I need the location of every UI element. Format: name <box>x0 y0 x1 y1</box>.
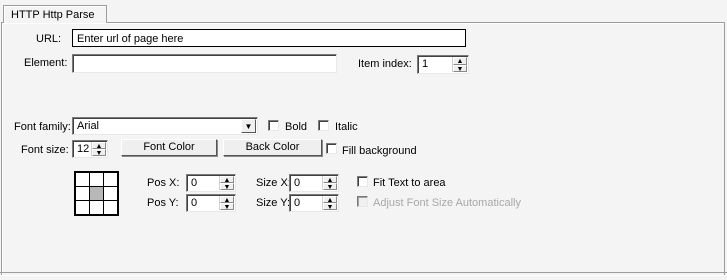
size-x-label: Size X: <box>256 177 291 189</box>
font-size-value: 12 <box>77 143 90 155</box>
italic-label: Italic <box>335 121 358 133</box>
font-family-label: Font family: <box>14 121 71 133</box>
font-size-stepper[interactable]: 12 ▲ ▼ <box>72 140 108 158</box>
alignment-grid[interactable] <box>74 171 119 216</box>
chevron-down-icon[interactable]: ▼ <box>241 119 256 133</box>
tab-label: HTTP Http Parse <box>11 9 95 21</box>
spin-up-icon[interactable]: ▲ <box>323 176 337 184</box>
font-size-label: Font size: <box>21 144 69 156</box>
spin-down-icon[interactable]: ▼ <box>453 64 467 72</box>
size-y-value: 0 <box>294 197 301 209</box>
element-label: Element: <box>24 57 68 69</box>
align-top-left[interactable] <box>74 171 90 187</box>
back-color-button[interactable]: Back Color <box>223 139 322 156</box>
size-x-value: 0 <box>294 177 301 189</box>
align-center[interactable] <box>88 185 105 202</box>
align-bottom-left[interactable] <box>74 200 90 216</box>
adjust-font-size-checkbox <box>357 196 368 207</box>
url-value: Enter url of page here <box>77 33 184 45</box>
spin-up-icon[interactable]: ▲ <box>220 196 234 204</box>
size-y-stepper[interactable]: 0 ▲ ▼ <box>289 194 339 212</box>
align-middle-left[interactable] <box>74 185 90 202</box>
element-input[interactable] <box>72 54 337 73</box>
tab-http-parse[interactable]: HTTP Http Parse <box>3 5 107 23</box>
bold-label: Bold <box>285 121 308 133</box>
spin-up-icon[interactable]: ▲ <box>220 176 234 184</box>
fill-background-label: Fill background <box>342 145 417 157</box>
font-color-button[interactable]: Font Color <box>121 139 217 156</box>
fit-text-checkbox[interactable] <box>357 176 368 187</box>
font-family-select[interactable]: Arial ▼ <box>72 117 258 135</box>
pos-y-value: 0 <box>191 197 198 209</box>
spin-down-icon[interactable]: ▼ <box>220 183 234 191</box>
item-index-value: 1 <box>422 58 429 70</box>
pos-x-value: 0 <box>191 177 198 189</box>
adjust-font-size-label: Adjust Font Size Automatically <box>373 197 521 209</box>
pos-y-stepper[interactable]: 0 ▲ ▼ <box>186 194 236 212</box>
pos-y-spinner: ▲ ▼ <box>219 196 234 211</box>
spin-down-icon[interactable]: ▼ <box>92 149 106 157</box>
item-index-stepper[interactable]: 1 ▲ ▼ <box>417 55 469 74</box>
size-x-spinner: ▲ ▼ <box>322 176 337 191</box>
spin-up-icon[interactable]: ▲ <box>92 142 106 150</box>
url-input[interactable]: Enter url of page here <box>72 29 466 47</box>
size-y-spinner: ▲ ▼ <box>322 196 337 211</box>
url-label: URL: <box>36 33 62 45</box>
pos-y-label: Pos Y: <box>147 197 179 209</box>
align-top-right[interactable] <box>103 171 119 187</box>
align-bottom-center[interactable] <box>88 200 105 216</box>
pos-x-stepper[interactable]: 0 ▲ ▼ <box>186 174 236 192</box>
spin-up-icon[interactable]: ▲ <box>453 57 467 65</box>
pos-x-label: Pos X: <box>147 177 180 189</box>
align-bottom-right[interactable] <box>103 200 119 216</box>
align-top-center[interactable] <box>88 171 105 187</box>
size-y-label: Size Y: <box>256 197 291 209</box>
align-middle-right[interactable] <box>103 185 119 202</box>
fit-text-label: Fit Text to area <box>373 177 446 189</box>
bottom-divider <box>0 272 727 276</box>
item-index-label: Item index: <box>358 58 412 70</box>
font-size-spinner: ▲ ▼ <box>91 142 106 157</box>
pos-x-spinner: ▲ ▼ <box>219 176 234 191</box>
item-index-spinner: ▲ ▼ <box>452 57 467 72</box>
spin-down-icon[interactable]: ▼ <box>323 203 337 211</box>
fill-background-checkbox[interactable] <box>326 143 337 154</box>
italic-checkbox[interactable] <box>318 120 329 131</box>
spin-down-icon[interactable]: ▼ <box>220 203 234 211</box>
font-family-value: Arial <box>77 120 100 132</box>
spin-up-icon[interactable]: ▲ <box>323 196 337 204</box>
bold-checkbox[interactable] <box>268 120 279 131</box>
spin-down-icon[interactable]: ▼ <box>323 183 337 191</box>
size-x-stepper[interactable]: 0 ▲ ▼ <box>289 174 339 192</box>
